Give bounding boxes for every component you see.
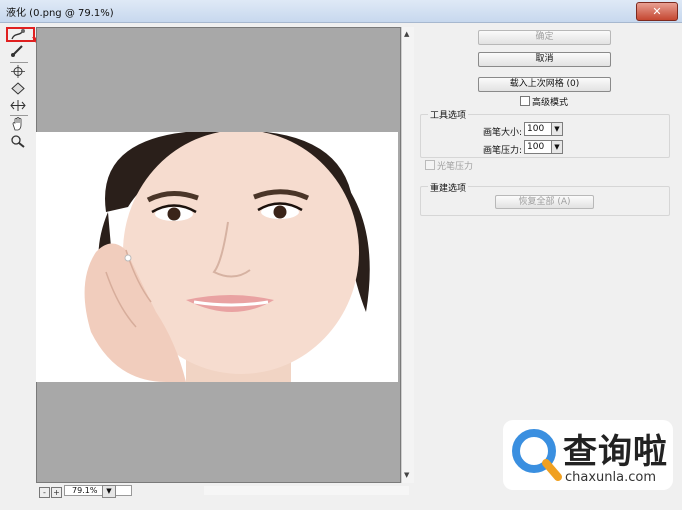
watermark-title: 查询啦 — [563, 432, 668, 472]
stylus-pressure-checkbox[interactable]: 光笔压力 — [425, 159, 473, 172]
scroll-down-icon[interactable]: ▼ — [404, 471, 409, 479]
forward-warp-icon[interactable] — [8, 28, 28, 44]
cancel-button[interactable]: 取消 — [478, 52, 611, 67]
advanced-mode-box[interactable] — [520, 96, 530, 106]
reconstruct-brush-icon[interactable] — [8, 44, 28, 60]
watermark-search-icon — [512, 429, 562, 481]
close-button[interactable]: ✕ — [636, 2, 678, 21]
brush-pressure-label: 画笔压力: — [483, 146, 523, 156]
preview-image[interactable] — [36, 132, 398, 382]
tool-divider — [10, 115, 28, 116]
ok-button[interactable]: 确定 — [478, 30, 611, 45]
advanced-mode-label: 高级模式 — [532, 98, 569, 108]
pucker-icon[interactable] — [8, 65, 28, 81]
zoom-level-value: 79.1% — [72, 486, 98, 495]
tool-divider — [10, 62, 28, 63]
stylus-pressure-box[interactable] — [425, 160, 435, 170]
window-title-bar: 液化 (0.png @ 79.1%) ✕ — [0, 0, 682, 23]
brush-pressure-value: 100 — [527, 142, 545, 152]
advanced-mode-checkbox[interactable]: 高级模式 — [520, 95, 568, 108]
zoom-out-button[interactable]: - — [39, 487, 50, 498]
bloat-icon[interactable] — [8, 82, 28, 98]
watermark-subtitle: chaxunla.com — [565, 470, 656, 485]
tool-options-title: 工具选项 — [428, 108, 469, 121]
zoom-icon[interactable] — [8, 134, 28, 150]
brush-size-value: 100 — [527, 124, 545, 134]
stylus-pressure-label: 光笔压力 — [437, 162, 474, 172]
brush-size-label: 画笔大小: — [483, 128, 523, 138]
scroll-up-icon[interactable]: ▲ — [404, 30, 409, 38]
load-last-mesh-button[interactable]: 载入上次网格 (0) — [478, 77, 611, 92]
zoom-dropdown-icon[interactable]: ▼ — [102, 485, 116, 498]
brush-size-dropdown-icon[interactable]: ▼ — [551, 122, 563, 136]
restore-all-button[interactable]: 恢复全部 (A) — [495, 195, 594, 209]
zoom-in-button[interactable]: + — [51, 487, 62, 498]
push-left-icon[interactable] — [8, 99, 28, 115]
preview-horizontal-scrollbar[interactable] — [204, 486, 409, 495]
zoom-bar: - + 79.1% ▼ — [36, 484, 413, 498]
hand-icon[interactable] — [8, 117, 28, 133]
brush-pressure-dropdown-icon[interactable]: ▼ — [551, 140, 563, 154]
reconstruct-options-title: 重建选项 — [428, 181, 469, 194]
preview-vertical-scrollbar[interactable]: ▲ ▼ — [401, 27, 414, 483]
window-title: 液化 (0.png @ 79.1%) — [6, 8, 114, 19]
